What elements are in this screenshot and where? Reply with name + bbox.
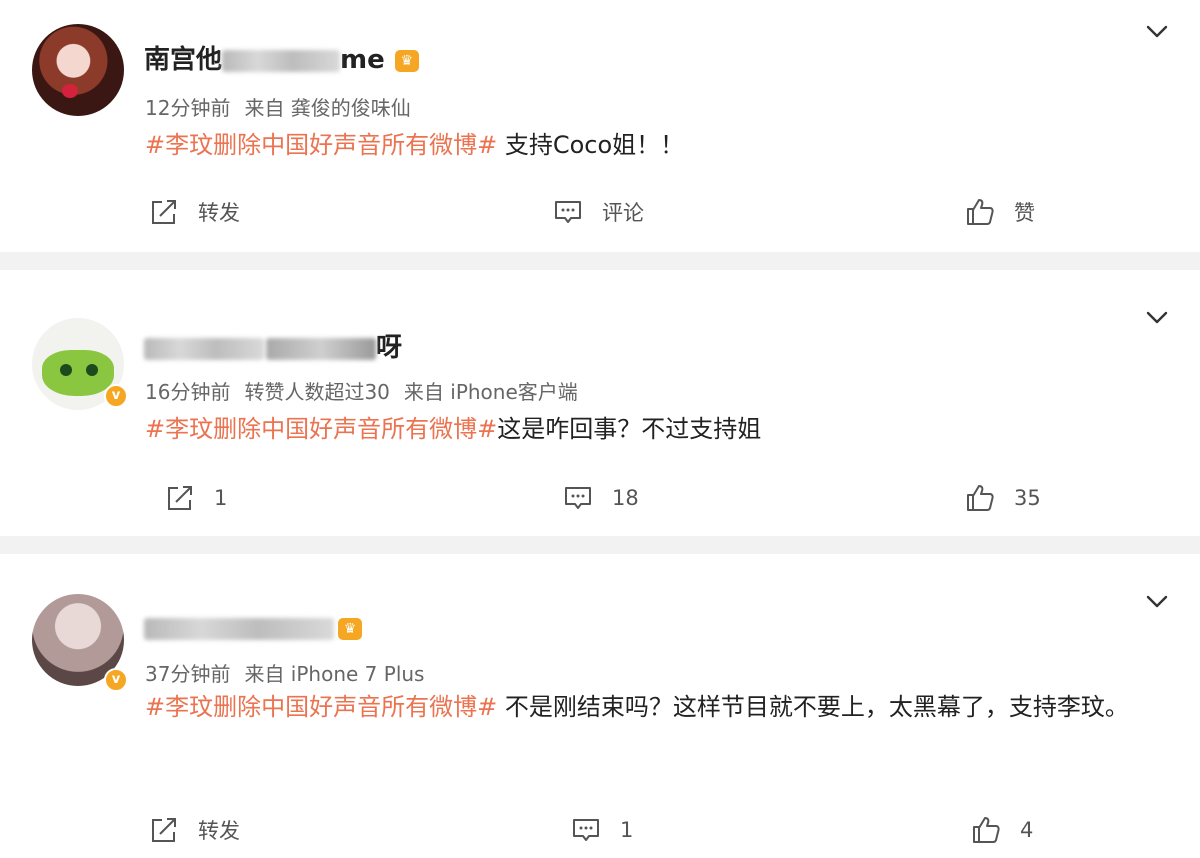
- like-button[interactable]: 赞: [964, 192, 1035, 232]
- comment-icon: [555, 201, 581, 223]
- thumbs-up-icon: [967, 485, 994, 511]
- comment-button[interactable]: 18: [562, 478, 639, 518]
- post-source[interactable]: 来自 iPhone 7 Plus: [244, 662, 424, 686]
- like-button[interactable]: 35: [964, 478, 1041, 518]
- post-time: 37分钟前: [145, 662, 231, 686]
- post-content: #李玟删除中国好声音所有微博# 不是刚结束吗？这样节目就不要上，太黑幕了，支持李…: [145, 684, 1175, 730]
- verified-badge-icon: v: [104, 384, 128, 408]
- post-meta: 16分钟前 转赞人数超过30 来自 iPhone客户端: [145, 376, 592, 405]
- blurred-username: [222, 49, 341, 72]
- action-bar: 转发 1 4: [0, 810, 1200, 850]
- thumbs-up-icon: [973, 817, 1000, 843]
- action-bar: 转发 评论 赞: [0, 192, 1200, 232]
- share-icon: [152, 200, 176, 224]
- share-label: 转发: [198, 201, 240, 225]
- member-crown-icon: ♛: [338, 617, 362, 640]
- post-meta: 37分钟前 来自 iPhone 7 Plus: [145, 658, 438, 687]
- like-button[interactable]: 4: [970, 810, 1033, 850]
- repost-count-note: 转赞人数超过30: [244, 380, 390, 404]
- chevron-down-icon[interactable]: [1144, 588, 1170, 614]
- username[interactable]: ♛: [144, 614, 362, 642]
- comment-label: 评论: [602, 201, 644, 225]
- chevron-down-icon[interactable]: [1144, 18, 1170, 44]
- post-text: 不是刚结束吗？这样节目就不要上，太黑幕了，支持李玟。: [497, 693, 1129, 721]
- blurred-username: [144, 337, 264, 360]
- weibo-post-1: 南宫他 me ♛ 12分钟前 来自 龚俊的俊味仙 #李玟删除中国好声音所有微博# 支持…: [0, 0, 1200, 252]
- post-text: 支持Coco姐！！: [497, 131, 685, 159]
- thumbs-up-icon: [967, 199, 994, 225]
- post-meta: 12分钟前 来自 龚俊的俊味仙: [145, 92, 425, 121]
- topic-link[interactable]: #李玟删除中国好声音所有微博#: [145, 415, 497, 443]
- post-content: #李玟删除中国好声音所有微博# 支持Coco姐！！: [145, 122, 1175, 168]
- topic-link[interactable]: #李玟删除中国好声音所有微博#: [145, 131, 497, 159]
- comment-icon: [565, 487, 591, 509]
- blurred-username: [144, 617, 334, 640]
- action-bar: 1 18 35: [0, 478, 1200, 518]
- share-button[interactable]: 转发: [148, 192, 240, 232]
- avatar[interactable]: [32, 24, 124, 116]
- share-icon: [152, 818, 176, 842]
- share-button[interactable]: 转发: [148, 810, 240, 850]
- weibo-post-3: v ♛ 37分钟前 来自 iPhone 7 Plus #李玟删除中国好声音所有微博…: [0, 554, 1200, 858]
- chevron-down-icon[interactable]: [1144, 304, 1170, 330]
- post-text: 这是咋回事？不过支持姐: [497, 415, 762, 443]
- post-time: 16分钟前: [145, 380, 231, 404]
- post-source[interactable]: 来自 龚俊的俊味仙: [244, 96, 410, 120]
- share-count: 1: [214, 486, 228, 510]
- share-label: 转发: [198, 819, 240, 843]
- comment-icon: [573, 819, 599, 841]
- weibo-post-2: v 呀 16分钟前 转赞人数超过30 来自 iPhone客户端 #李玟删除中国好声音…: [0, 270, 1200, 536]
- like-count: 4: [1020, 818, 1034, 842]
- post-content: #李玟删除中国好声音所有微博#这是咋回事？不过支持姐: [145, 406, 1175, 452]
- username[interactable]: 南宫他 me ♛: [144, 46, 419, 74]
- topic-link[interactable]: #李玟删除中国好声音所有微博#: [145, 693, 497, 721]
- share-button[interactable]: 1: [164, 478, 227, 518]
- comment-button[interactable]: 评论: [552, 192, 644, 232]
- share-icon: [168, 486, 192, 510]
- frog-avatar-image: [42, 350, 114, 396]
- member-crown-icon: ♛: [394, 49, 419, 72]
- post-source[interactable]: 来自 iPhone客户端: [404, 380, 578, 404]
- comment-count: 18: [612, 486, 639, 510]
- comment-count: 1: [620, 818, 634, 842]
- post-time: 12分钟前: [145, 96, 231, 120]
- verified-badge-icon: v: [104, 668, 128, 692]
- comment-button[interactable]: 1: [570, 810, 633, 850]
- like-count: 35: [1014, 486, 1041, 510]
- username[interactable]: 呀: [144, 334, 402, 362]
- like-label: 赞: [1014, 201, 1035, 225]
- blurred-username: [266, 337, 376, 360]
